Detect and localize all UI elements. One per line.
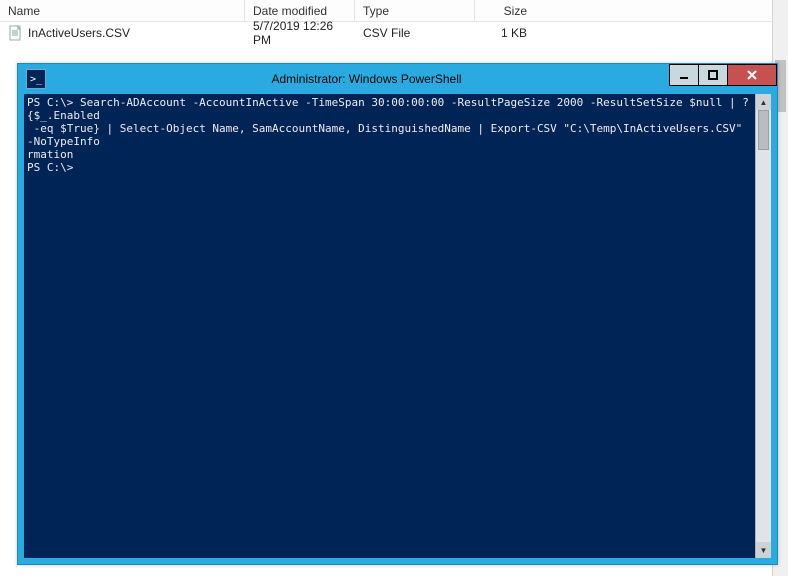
console-output[interactable]: PS C:\> Search-ADAccount -AccountInActiv… xyxy=(24,94,755,558)
close-icon xyxy=(746,69,758,81)
titlebar[interactable]: >_ Administrator: Windows PowerShell xyxy=(18,64,777,94)
scrollbar-thumb[interactable] xyxy=(758,110,769,150)
file-row[interactable]: InActiveUsers.CSV 5/7/2019 12:26 PM CSV … xyxy=(0,22,788,44)
column-header-name[interactable]: Name xyxy=(0,0,245,21)
file-name: InActiveUsers.CSV xyxy=(28,26,130,40)
explorer-header: Name Date modified Type Size xyxy=(0,0,788,22)
file-date: 5/7/2019 12:26 PM xyxy=(245,22,355,44)
file-size: 1 KB xyxy=(475,22,535,44)
csv-file-icon xyxy=(8,25,24,41)
window-controls xyxy=(670,64,777,86)
column-header-type[interactable]: Type xyxy=(355,0,475,21)
maximize-button[interactable] xyxy=(698,64,728,86)
scroll-up-button[interactable]: ▲ xyxy=(756,94,771,110)
column-header-date[interactable]: Date modified xyxy=(245,0,355,21)
column-header-size[interactable]: Size xyxy=(475,0,535,21)
file-explorer: Name Date modified Type Size InActiveUse… xyxy=(0,0,788,62)
window-title: Administrator: Windows PowerShell xyxy=(46,72,777,86)
close-button[interactable] xyxy=(727,64,777,86)
minimize-icon xyxy=(679,70,689,80)
minimize-button[interactable] xyxy=(669,64,699,86)
scroll-down-button[interactable]: ▼ xyxy=(756,542,771,558)
maximize-icon xyxy=(708,70,718,80)
powershell-window: >_ Administrator: Windows PowerShell PS … xyxy=(17,63,778,565)
powershell-icon: >_ xyxy=(26,69,46,89)
console-scrollbar[interactable]: ▲ ▼ xyxy=(755,94,771,558)
console-area: PS C:\> Search-ADAccount -AccountInActiv… xyxy=(24,94,771,558)
file-type: CSV File xyxy=(355,22,475,44)
